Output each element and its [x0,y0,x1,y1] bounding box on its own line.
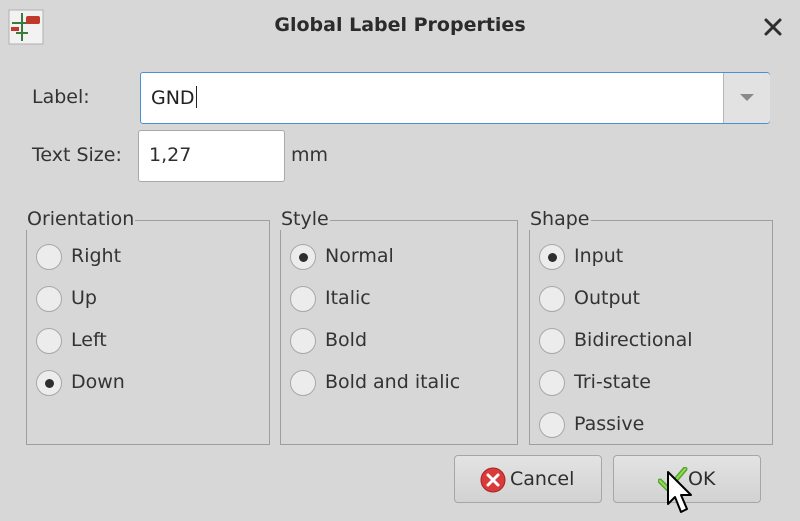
cancel-icon [480,467,506,498]
window-title: Global Label Properties [274,14,526,36]
radio-label: Bold and italic [325,371,461,393]
radio-circle[interactable] [290,328,316,354]
radio-circle[interactable] [290,370,316,396]
radio-label: Italic [325,287,371,309]
label-input-value: GND [151,87,195,109]
cancel-button[interactable]: Cancel [454,455,602,503]
radio-label: Normal [325,245,394,267]
radio-label: Tri-state [574,371,651,393]
close-icon[interactable] [760,14,786,40]
radio-circle[interactable] [539,244,565,270]
radio-selected-dot [45,379,54,388]
radio-circle[interactable] [36,328,62,354]
radio-circle[interactable] [36,244,62,270]
title-bar: Global Label Properties [0,0,800,54]
label-combobox[interactable]: GND [140,72,770,124]
dropdown-button[interactable] [724,73,770,123]
label-field-label: Label: [32,86,90,108]
radio-circle[interactable] [539,328,565,354]
radio-label: Output [574,287,640,309]
radio-circle[interactable] [36,370,62,396]
cancel-button-label: Cancel [510,468,575,490]
radio-label: Bold [325,329,367,351]
radio-label: Input [574,245,624,267]
text-size-label: Text Size: [32,144,122,166]
radio-label: Bidirectional [574,329,693,351]
shape-group-title: Shape [529,208,591,230]
radio-circle[interactable] [36,286,62,312]
radio-circle[interactable] [539,370,565,396]
text-size-input[interactable]: 1,27 [138,130,285,182]
text-size-unit: mm [291,144,329,166]
radio-label: Down [71,371,125,393]
orientation-group-title: Orientation [26,208,136,230]
radio-label: Left [71,329,107,351]
radio-circle[interactable] [290,244,316,270]
radio-circle[interactable] [290,286,316,312]
radio-selected-dot [548,253,557,262]
text-caret [195,86,197,108]
mouse-pointer-icon [666,470,696,521]
radio-circle[interactable] [539,412,565,438]
radio-circle[interactable] [539,286,565,312]
radio-selected-dot [299,253,308,262]
style-group-title: Style [280,208,330,230]
global-label-properties-dialog: Global Label Properties Label: GND Text … [0,0,800,521]
radio-label: Passive [574,413,645,435]
radio-label: Up [71,287,97,309]
radio-label: Right [71,245,122,267]
chevron-down-icon [740,94,754,101]
text-size-value: 1,27 [149,144,192,166]
orientation-group [26,220,270,445]
label-input[interactable]: GND [151,86,197,109]
